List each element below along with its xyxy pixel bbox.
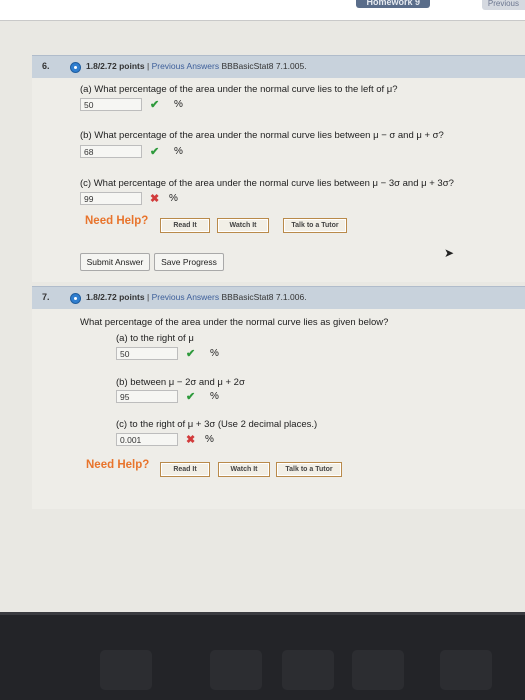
top-bar: Homework 9 Previous (0, 0, 525, 21)
mouse-cursor-icon: ➤ (444, 246, 455, 260)
q6b-answer-field[interactable]: 68 (80, 145, 142, 158)
keyboard-key (100, 650, 152, 690)
q7a-prompt: (a) to the right of μ (116, 333, 194, 344)
q6a-answer-field[interactable]: 50 (80, 98, 142, 111)
checkmark-icon: ✔ (186, 348, 196, 360)
question-7-body: What percentage of the area under the no… (32, 309, 525, 509)
keyboard-key (352, 650, 404, 690)
q7-prompt: What percentage of the area under the no… (80, 317, 389, 328)
question-7-header: 7. 1.8/2.72 points | Previous Answers BB… (32, 286, 525, 309)
watch-it-button[interactable]: Watch It (217, 218, 269, 233)
question-number: 7. (42, 292, 50, 302)
question-6-header: 6. 1.8/2.72 points | Previous Answers BB… (32, 55, 525, 78)
source-code: BBBasicStat8 7.1.006. (221, 292, 307, 302)
points: 1.8/2.72 points (86, 292, 145, 302)
question-meta: 1.8/2.72 points | Previous Answers BBBas… (86, 61, 307, 71)
points: 1.8/2.72 points (86, 61, 145, 71)
save-progress-button[interactable]: Save Progress (154, 253, 224, 271)
watch-it-button[interactable]: Watch It (218, 462, 270, 477)
q6c-prompt: (c) What percentage of the area under th… (80, 178, 454, 189)
q7c-answer-field[interactable]: 0.001 (116, 433, 178, 446)
keyboard-key (210, 650, 262, 690)
cross-icon: ✖ (150, 193, 160, 205)
checkmark-icon: ✔ (186, 391, 196, 403)
keyboard-key (440, 650, 492, 690)
q7b-prompt: (b) between μ − 2σ and μ + 2σ (116, 377, 245, 388)
question-6-body: (a) What percentage of the area under th… (32, 78, 525, 282)
homework-tab[interactable]: Homework 9 (356, 0, 430, 8)
q7b-answer-field[interactable]: 95 (116, 390, 178, 403)
read-it-button[interactable]: Read It (160, 218, 210, 233)
source-code: BBBasicStat8 7.1.005. (221, 61, 307, 71)
keyboard-key (282, 650, 334, 690)
cross-icon: ✖ (186, 434, 196, 446)
talk-to-tutor-button[interactable]: Talk to a Tutor (283, 218, 347, 233)
question-number: 6. (42, 61, 50, 71)
radio-dot-icon (70, 62, 81, 73)
radio-dot-icon (70, 293, 81, 304)
separator: | (146, 292, 150, 302)
need-help-label: Need Help? (85, 215, 149, 227)
previous-tab[interactable]: Previous (481, 0, 525, 10)
browser-page: Homework 9 Previous 6. 1.8/2.72 points |… (0, 0, 525, 612)
submit-answer-button[interactable]: Submit Answer (80, 253, 150, 271)
bezel-edge (0, 612, 525, 615)
read-it-button[interactable]: Read It (160, 462, 210, 477)
q6c-answer-field[interactable]: 99 (80, 192, 142, 205)
q6c-unit: % (169, 193, 178, 204)
q7b-unit: % (210, 391, 219, 402)
question-meta: 1.8/2.72 points | Previous Answers BBBas… (86, 292, 307, 302)
separator: | (146, 61, 150, 71)
q6b-prompt: (b) What percentage of the area under th… (80, 130, 444, 141)
q7a-answer-field[interactable]: 50 (116, 347, 178, 360)
q7c-prompt: (c) to the right of μ + 3σ (Use 2 decima… (116, 419, 318, 430)
q6b-unit: % (174, 146, 183, 157)
previous-answers-link[interactable]: Previous Answers (152, 61, 220, 71)
previous-answers-link[interactable]: Previous Answers (152, 292, 220, 302)
checkmark-icon: ✔ (150, 99, 160, 111)
talk-to-tutor-button[interactable]: Talk to a Tutor (276, 462, 342, 477)
need-help-label: Need Help? (86, 459, 150, 471)
q6a-prompt: (a) What percentage of the area under th… (80, 84, 398, 95)
q7c-unit: % (205, 434, 214, 445)
checkmark-icon: ✔ (150, 146, 160, 158)
q6a-unit: % (174, 99, 183, 110)
q7a-unit: % (210, 348, 219, 359)
